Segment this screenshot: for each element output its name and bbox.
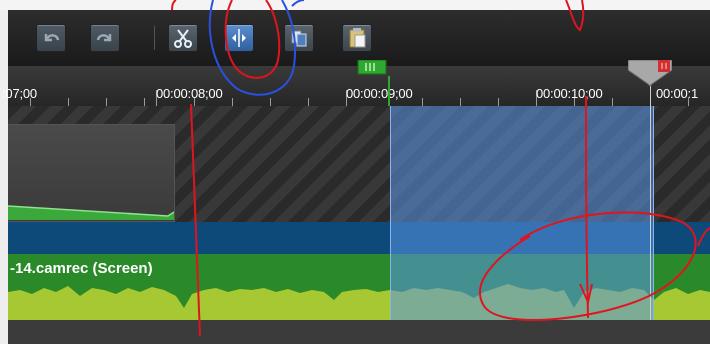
redo-button[interactable]: [90, 24, 120, 52]
ruler-tick: [498, 98, 499, 106]
video-clip-audio-wave: [8, 205, 174, 220]
timeline-selection[interactable]: [390, 106, 654, 320]
split-icon: [232, 29, 246, 47]
ruler-time-label: 00:00:08;00: [156, 86, 223, 101]
ruler-tick: [612, 98, 613, 106]
ruler-time-label: 00:00:09;00: [346, 86, 413, 101]
toolbar-separator: [154, 26, 155, 50]
scissors-icon: [174, 29, 192, 48]
timeline-toolbar: [8, 10, 710, 66]
ruler-tick: [270, 98, 271, 106]
audio-clip-label: -14.camrec (Screen): [10, 260, 153, 277]
ruler-time-label: 00:00:10;00: [536, 86, 603, 101]
ruler-tick: [308, 98, 309, 106]
split-button[interactable]: [224, 24, 254, 52]
ruler-tick: [232, 98, 233, 106]
paste-button[interactable]: [342, 24, 372, 52]
out-point-line: [650, 86, 651, 320]
ruler-tick: [106, 98, 107, 106]
paste-icon: [349, 28, 366, 48]
copy-button[interactable]: [284, 24, 314, 52]
undo-icon: [44, 34, 60, 42]
ruler-tick: [68, 98, 69, 106]
out-point-marker[interactable]: [628, 60, 672, 86]
undo-button[interactable]: [36, 24, 66, 52]
empty-track[interactable]: [8, 320, 710, 344]
in-point-marker[interactable]: [356, 60, 388, 76]
copy-icon: [291, 30, 307, 47]
ruler-time-label: :07;00: [2, 86, 37, 101]
in-point-line: [388, 76, 390, 106]
ruler-tick: [422, 98, 423, 106]
cut-button[interactable]: [168, 24, 198, 52]
ruler-time-label: 00:00:1: [656, 86, 698, 101]
redo-icon: [96, 34, 112, 42]
ruler-tick: [460, 98, 461, 106]
ruler-tick: [144, 98, 145, 106]
